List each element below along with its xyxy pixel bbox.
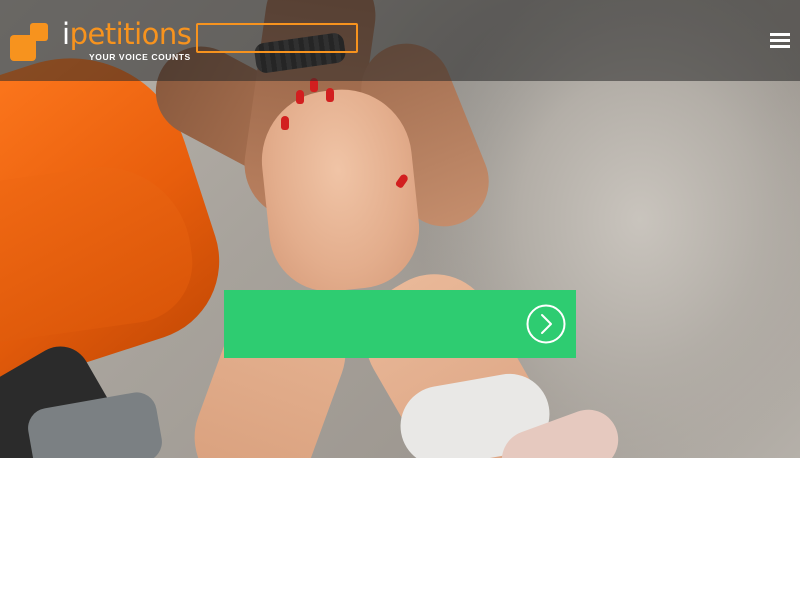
ipetitions-logo[interactable]: ipetitions YOUR VOICE COUNTS	[10, 17, 192, 65]
chevron-right-circle-icon	[526, 304, 566, 344]
logo-wordmark: ipetitions	[62, 17, 192, 51]
hero-cta-button[interactable]	[224, 290, 576, 358]
logo-wordmark-rest: petitions	[69, 17, 192, 51]
painted-nail	[281, 116, 289, 130]
header-outline-button[interactable]	[196, 23, 358, 53]
site-header: ipetitions YOUR VOICE COUNTS	[0, 0, 800, 81]
hamburger-menu-icon[interactable]	[770, 33, 790, 49]
menu-bar	[770, 39, 790, 42]
painted-nail	[326, 88, 334, 102]
logo-wordmark-i: i	[62, 17, 70, 51]
painted-nail	[296, 90, 304, 104]
menu-bar	[770, 45, 790, 48]
logo-tagline: YOUR VOICE COUNTS	[89, 52, 191, 62]
logo-square-small	[30, 23, 48, 41]
content-area	[0, 458, 800, 600]
menu-bar	[770, 33, 790, 36]
page: ipetitions YOUR VOICE COUNTS	[0, 0, 800, 600]
logo-mark-icon	[10, 21, 50, 61]
